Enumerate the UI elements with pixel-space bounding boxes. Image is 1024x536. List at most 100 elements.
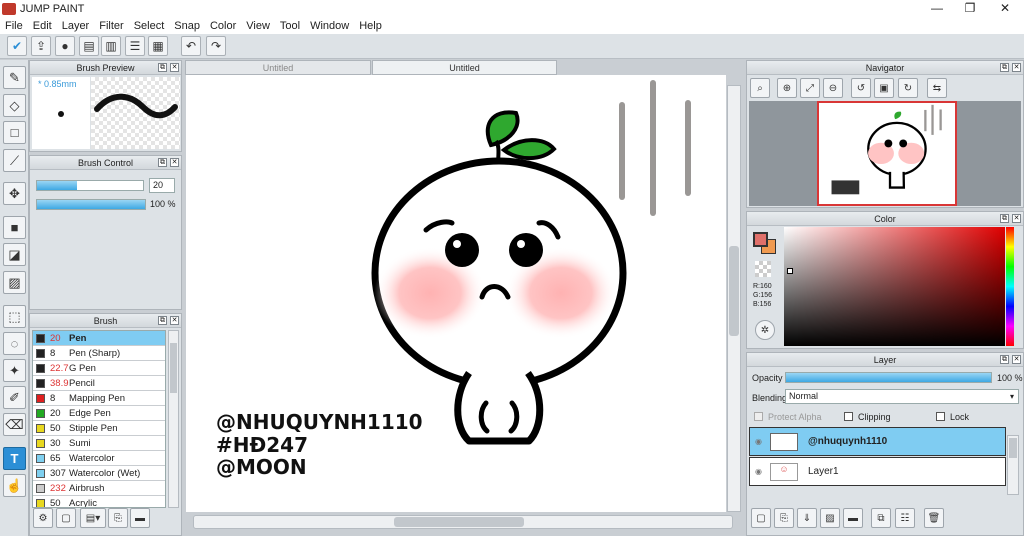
brush-item[interactable]: 232 Airbrush <box>33 481 165 496</box>
protect-alpha-checkbox[interactable] <box>754 412 763 421</box>
menu-filter[interactable]: Filter <box>94 20 128 32</box>
bucket-icon[interactable]: ◪ <box>3 243 26 266</box>
new-brush-icon[interactable]: ▢ <box>56 508 76 528</box>
tab-untitled-2[interactable]: Untitled <box>372 60 557 75</box>
layer-list-scrollbar[interactable] <box>1007 435 1019 495</box>
close-panel-icon[interactable]: ✕ <box>170 158 179 167</box>
reset-view-icon[interactable]: ▣ <box>874 78 894 98</box>
redo-icon[interactable]: ↷ <box>206 36 226 56</box>
check-icon[interactable]: ✔ <box>7 36 27 56</box>
undock-icon[interactable]: ⧉ <box>1000 355 1009 364</box>
rotate-right-icon[interactable]: ↻ <box>898 78 918 98</box>
folder-icon[interactable]: ▬ <box>130 508 150 528</box>
canvas-hscrollbar[interactable] <box>193 515 733 529</box>
brush-size-value[interactable]: 20 <box>149 178 175 193</box>
menu-view[interactable]: View <box>241 20 275 32</box>
scroll-thumb[interactable] <box>729 246 739 336</box>
lock-checkbox[interactable] <box>936 412 945 421</box>
menu-help[interactable]: Help <box>354 20 387 32</box>
undock-icon[interactable]: ⧉ <box>1000 63 1009 72</box>
brush-item[interactable]: 8 Pen (Sharp) <box>33 346 165 361</box>
brush-icon[interactable]: ✎ <box>3 66 26 89</box>
export-icon[interactable]: ⇪ <box>31 36 51 56</box>
undock-icon[interactable]: ⧉ <box>158 316 167 325</box>
chat-icon[interactable]: ▤ <box>79 36 99 56</box>
new-layer-icon[interactable]: ▢ <box>751 508 771 528</box>
undock-icon[interactable]: ⧉ <box>158 158 167 167</box>
close-panel-icon[interactable]: ✕ <box>1012 214 1021 223</box>
close-panel-icon[interactable]: ✕ <box>1012 63 1021 72</box>
menu-edit[interactable]: Edit <box>28 20 57 32</box>
close-panel-icon[interactable]: ✕ <box>170 316 179 325</box>
duplicate-layer-icon[interactable]: ⧉ <box>871 508 891 528</box>
brush-item[interactable]: 50 Acrylic <box>33 496 165 507</box>
move-icon[interactable]: ✥ <box>3 182 26 205</box>
tab-untitled-1[interactable]: Untitled <box>185 60 371 75</box>
undock-icon[interactable]: ⧉ <box>1000 214 1009 223</box>
brush-item[interactable]: 22.7 G Pen <box>33 361 165 376</box>
hand-icon[interactable]: ☝ <box>3 474 26 497</box>
menu-snap[interactable]: Snap <box>169 20 205 32</box>
comment-icon[interactable]: ● <box>55 36 75 56</box>
magic-wand-icon[interactable]: ✦ <box>3 359 26 382</box>
palette-icon[interactable]: ✲ <box>755 320 775 340</box>
layer-row[interactable]: ◉ ☺ Layer1 <box>749 457 1006 486</box>
scroll-thumb[interactable] <box>1009 438 1017 458</box>
fit-icon[interactable]: ⤢ <box>800 78 820 98</box>
brush-item[interactable]: 20 Pen <box>33 331 165 346</box>
color-picker-cursor[interactable] <box>787 268 793 274</box>
gradient-icon[interactable]: ▨ <box>3 271 26 294</box>
lasso-icon[interactable]: ◌ <box>3 332 26 355</box>
layer-row-selected[interactable]: ◉ @nhuquynh1110 <box>749 427 1006 456</box>
canvas-vscrollbar[interactable] <box>727 85 741 512</box>
menu-file[interactable]: File <box>0 20 28 32</box>
foreground-color-swatch[interactable] <box>753 232 768 247</box>
scroll-thumb[interactable] <box>394 517 524 527</box>
menu-select[interactable]: Select <box>129 20 170 32</box>
delete-layer-icon[interactable]: 🗑 <box>924 508 944 528</box>
copy-brush-icon[interactable]: ⎘ <box>108 508 128 528</box>
layer-opacity-slider[interactable] <box>785 372 992 383</box>
brush-size-slider[interactable] <box>36 180 144 191</box>
brush-item[interactable]: 30 Sumi <box>33 436 165 451</box>
merge-layer-icon[interactable]: ⇓ <box>797 508 817 528</box>
scroll-thumb[interactable] <box>170 343 177 393</box>
layer-folder-icon[interactable]: ▬ <box>843 508 863 528</box>
brush-opacity-slider[interactable] <box>36 199 146 210</box>
undock-icon[interactable]: ⧉ <box>158 63 167 72</box>
brush-item[interactable]: 65 Watercolor <box>33 451 165 466</box>
list-icon[interactable]: ☰ <box>125 36 145 56</box>
clipping-checkbox[interactable] <box>844 412 853 421</box>
transparent-color-icon[interactable] <box>755 261 771 277</box>
undo-icon[interactable]: ↶ <box>181 36 201 56</box>
document-icon[interactable]: ▥ <box>101 36 121 56</box>
visibility-eye-icon[interactable]: ◉ <box>755 467 762 476</box>
menu-window[interactable]: Window <box>305 20 354 32</box>
menu-tool[interactable]: Tool <box>275 20 305 32</box>
flip-icon[interactable]: ⇆ <box>927 78 947 98</box>
eraser-icon[interactable]: ◇ <box>3 94 26 117</box>
menu-layer[interactable]: Layer <box>57 20 95 32</box>
select-eraser-icon[interactable]: ⌫ <box>3 413 26 436</box>
brush-list-scrollbar[interactable] <box>168 330 179 508</box>
fill-rect-icon[interactable]: ■ <box>3 216 26 239</box>
line-icon[interactable]: ⟋ <box>3 149 26 172</box>
close-panel-icon[interactable]: ✕ <box>170 63 179 72</box>
copy-layer-icon[interactable]: ⎘ <box>774 508 794 528</box>
brush-item[interactable]: 8 Mapping Pen <box>33 391 165 406</box>
close-button[interactable]: ✕ <box>988 0 1022 17</box>
rectangle-icon[interactable]: □ <box>3 121 26 144</box>
minimize-button[interactable]: — <box>920 0 954 17</box>
brush-item[interactable]: 20 Edge Pen <box>33 406 165 421</box>
blending-select[interactable]: Normal ▾ <box>785 389 1019 404</box>
select-pen-icon[interactable]: ✐ <box>3 386 26 409</box>
navigator-viewport[interactable] <box>749 101 1021 206</box>
close-panel-icon[interactable]: ✕ <box>1012 355 1021 364</box>
brush-menu-icon[interactable]: ▤▾ <box>80 508 106 528</box>
marquee-icon[interactable]: ⬚ <box>3 305 26 328</box>
grid-icon[interactable]: ▦ <box>148 36 168 56</box>
layer-mask-icon[interactable]: ▨ <box>820 508 840 528</box>
zoom-in-icon[interactable]: ⊕ <box>777 78 797 98</box>
zoom-out-icon[interactable]: ⊖ <box>823 78 843 98</box>
brush-settings-icon[interactable]: ⚙ <box>33 508 53 528</box>
